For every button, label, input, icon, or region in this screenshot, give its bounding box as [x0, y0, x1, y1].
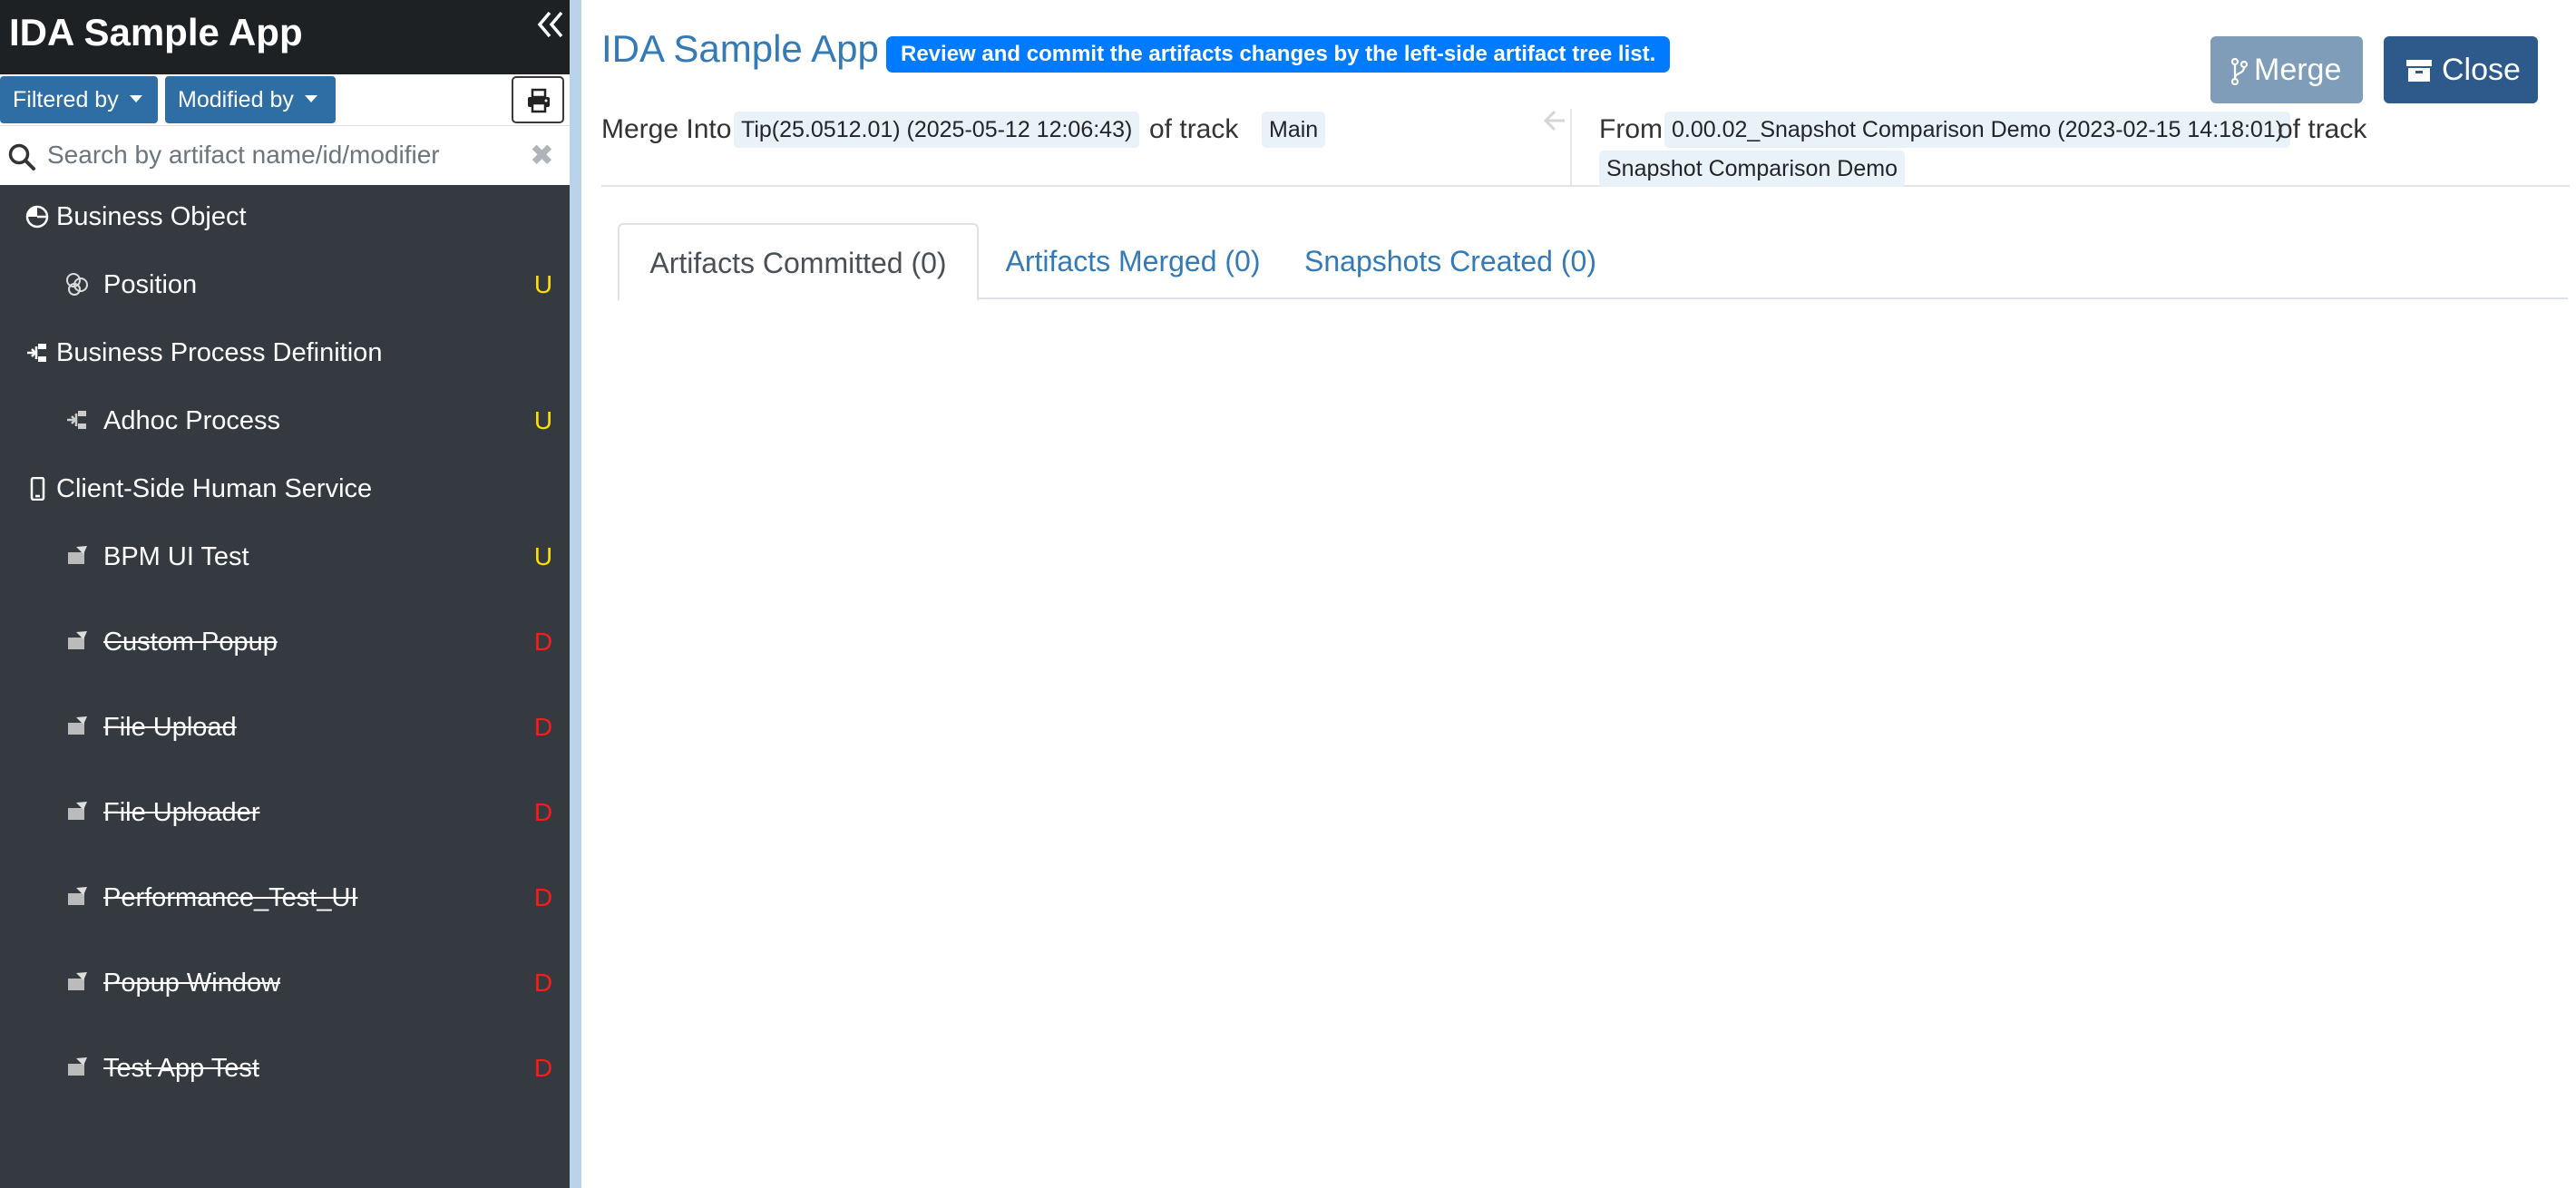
status-badge: U — [533, 270, 553, 298]
double-chevron-left-icon — [537, 11, 563, 38]
clear-search-icon[interactable]: ✖ — [530, 139, 554, 171]
tree-item-label: File Upload — [103, 713, 237, 742]
result-tabs: Artifacts Committed (0) Artifacts Merged… — [618, 223, 2568, 301]
human-service-icon — [68, 631, 87, 649]
panel-splitter[interactable] — [570, 0, 581, 1188]
filter-bar: Filtered by Modified by — [0, 74, 570, 125]
artifact-search-input[interactable] — [45, 133, 517, 177]
tree-item-test-app-test[interactable]: Test App Test D — [0, 1032, 570, 1105]
tab-artifacts-committed[interactable]: Artifacts Committed (0) — [618, 223, 979, 301]
process-icon — [27, 344, 46, 362]
caret-down-icon — [129, 95, 142, 103]
search-box: ✖ — [0, 125, 570, 185]
tree-item-label: File Uploader — [103, 798, 260, 827]
hint-badge: Review and commit the artifacts changes … — [886, 36, 1671, 73]
human-service-icon — [68, 887, 87, 905]
tree-group-label: Client-Side Human Service — [56, 474, 373, 503]
merge-into-label: Merge Into — [601, 114, 732, 144]
merge-button-label: Merge — [2254, 53, 2342, 87]
collapse-sidebar-button[interactable] — [537, 9, 566, 42]
tree-item-label: Popup Window — [103, 969, 281, 998]
tree-item-bpm-ui-test[interactable]: BPM UI Test U — [0, 521, 570, 593]
tree-item-label: Performance_Test_UI — [103, 883, 358, 912]
status-badge: D — [533, 883, 553, 911]
status-badge: D — [533, 628, 553, 656]
status-badge: D — [533, 798, 553, 826]
tree-item-label: BPM UI Test — [103, 542, 249, 571]
human-service-icon — [68, 1057, 87, 1076]
tree-item-custom-popup[interactable]: Custom Popup D — [0, 606, 570, 678]
tab-snapshots-created[interactable]: Snapshots Created (0) — [1287, 223, 1614, 299]
status-badge: D — [533, 1054, 553, 1082]
from-snapshot: 0.00.02_Snapshot Comparison Demo (2023-0… — [1664, 112, 2291, 148]
merge-panel: IDA Sample App Review and commit the art… — [581, 0, 2576, 1188]
tree-group-label: Business Process Definition — [56, 338, 383, 367]
tree-group-label: Business Object — [56, 202, 247, 231]
sidebar-header: IDA Sample App — [0, 0, 570, 74]
tree-item-file-uploader[interactable]: File Uploader D — [0, 776, 570, 849]
arrow-left-icon — [1543, 110, 1565, 131]
status-badge: D — [533, 969, 553, 997]
print-icon — [528, 88, 550, 113]
tree-item-position[interactable]: Position U — [0, 248, 570, 321]
merge-direction-divider — [1570, 109, 1572, 187]
filtered-by-label: Filtered by — [13, 87, 119, 112]
status-badge: U — [533, 406, 553, 434]
human-service-icon — [68, 546, 87, 564]
tree-item-file-upload[interactable]: File Upload D — [0, 691, 570, 764]
artifact-sidebar: IDA Sample App Filtered by Modified by S… — [0, 0, 570, 1188]
business-object-icon — [25, 205, 49, 229]
modified-by-dropdown[interactable]: Modified by — [165, 76, 336, 123]
search-icon — [8, 143, 35, 170]
human-service-icon — [68, 802, 87, 820]
tree-item-label: Custom Popup — [103, 628, 278, 657]
merge-into-of-track-label: of track — [1149, 114, 1239, 144]
from-label: From — [1599, 114, 1663, 144]
archive-icon — [2406, 60, 2432, 82]
merge-into-track: Main — [1262, 112, 1326, 148]
close-button-label: Close — [2442, 53, 2521, 87]
tree-group-business-object[interactable]: Business Object — [0, 185, 570, 248]
process-item-icon — [67, 411, 86, 429]
tree-item-label: Position — [103, 270, 198, 299]
merge-into-snapshot: Tip(25.0512.01) (2025-05-12 12:06:43) — [734, 112, 1140, 148]
tree-item-popup-window[interactable]: Popup Window D — [0, 947, 570, 1019]
status-badge: U — [533, 542, 553, 570]
merge-button[interactable]: Merge — [2210, 36, 2363, 103]
from-track: Snapshot Comparison Demo — [1599, 151, 1905, 187]
app-title: IDA Sample App — [9, 11, 303, 54]
business-object-item-icon — [66, 273, 88, 296]
human-service-icon — [68, 716, 87, 735]
tree-item-label: Test App Test — [103, 1054, 259, 1083]
merge-info-row: Merge Into Tip(25.0512.01) (2025-05-12 1… — [601, 109, 2570, 187]
tree-item-label: Adhoc Process — [103, 406, 281, 435]
tree-item-performance-test-ui[interactable]: Performance_Test_UI D — [0, 862, 570, 934]
caret-down-icon — [304, 95, 317, 103]
tree-group-business-process-definition[interactable]: Business Process Definition — [0, 321, 570, 385]
mobile-icon — [30, 477, 45, 501]
close-button[interactable]: Close — [2384, 36, 2538, 103]
print-button[interactable] — [512, 76, 564, 123]
tab-artifacts-merged[interactable]: Artifacts Merged (0) — [979, 223, 1287, 299]
from-of-track-label: of track — [2278, 114, 2367, 144]
modified-by-label: Modified by — [178, 87, 294, 112]
human-service-icon — [68, 972, 87, 990]
code-branch-icon — [2230, 58, 2249, 85]
page-title: IDA Sample App — [601, 27, 879, 70]
tree-item-adhoc-process[interactable]: Adhoc Process U — [0, 385, 570, 457]
filtered-by-dropdown[interactable]: Filtered by — [0, 76, 158, 123]
status-badge: D — [533, 713, 553, 741]
tree-group-client-side-human-service[interactable]: Client-Side Human Service — [0, 457, 570, 521]
